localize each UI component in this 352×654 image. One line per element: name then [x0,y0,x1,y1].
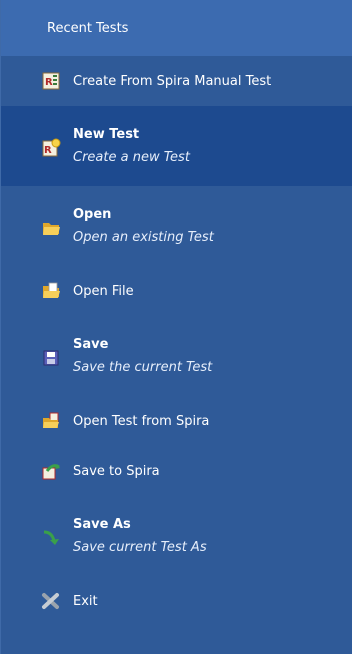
open-from-spira-icon [41,411,61,431]
menu-item-title: Save [73,337,109,352]
menu-item-label: Create From Spira Manual Test [73,73,272,89]
file-menu-panel: Recent Tests R Create From Spira Manual … [0,0,352,654]
menu-item-label: Open File [73,283,134,299]
menu-item-title: Open [73,207,112,222]
save-icon [41,348,61,368]
menu-item-open-file[interactable]: Open File [1,266,352,316]
menu-item-description: Create a new Test [73,150,190,165]
menu-item-description: Save current Test As [73,540,207,555]
menu-item-open-test-from-spira[interactable]: Open Test from Spira [1,396,352,446]
folder-open-icon [41,218,61,238]
menu-item-open[interactable]: Open Open an existing Test [1,186,352,266]
menu-item-description: Open an existing Test [73,230,214,245]
menu-item-save-to-spira[interactable]: Save to Spira [1,446,352,496]
menu-item-label: Save to Spira [73,463,160,479]
svg-text:R: R [44,145,52,156]
spira-manual-test-icon: R [41,71,61,91]
menu-item-new-test[interactable]: R New Test Create a new Test [1,106,352,186]
save-as-arrow-icon [41,528,61,548]
menu-item-description: Save the current Test [73,360,213,375]
save-to-spira-icon [41,461,61,481]
svg-text:R: R [45,77,53,88]
menu-item-title: Save As [73,517,131,532]
menu-item-save-as[interactable]: Save As Save current Test As [1,496,352,576]
menu-item-save[interactable]: Save Save the current Test [1,316,352,396]
recent-tests-header[interactable]: Recent Tests [1,0,352,56]
menu-item-create-from-spira-manual-test[interactable]: R Create From Spira Manual Test [1,56,352,106]
recent-tests-label: Recent Tests [47,20,129,36]
open-file-icon [41,281,61,301]
menu-item-exit[interactable]: Exit [1,576,352,626]
exit-x-icon [41,591,61,611]
new-test-icon: R [41,138,61,158]
menu-item-label: Open Test from Spira [73,413,210,429]
menu-item-label: Exit [73,593,98,609]
menu-item-title: New Test [73,127,140,142]
